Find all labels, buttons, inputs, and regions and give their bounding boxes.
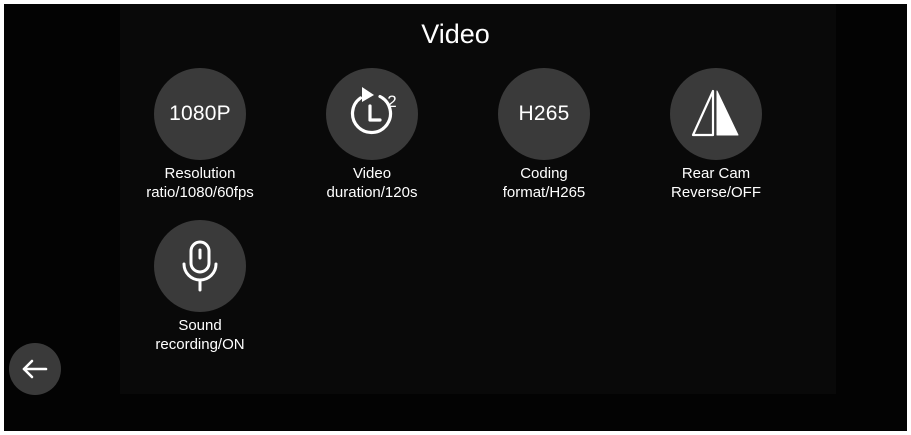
video-duration-caption-line1: Video <box>352 165 392 182</box>
resolution-caption-line1: Resolution <box>164 165 236 182</box>
rear-cam-reverse-caption-line1: Rear Cam <box>681 165 751 182</box>
coding-format-value: H265 <box>518 102 570 125</box>
arrow-left-icon <box>22 359 48 379</box>
sound-recording-caption: Sound recording/ON <box>125 316 275 354</box>
sound-recording-caption-line2: recording/ON <box>155 336 245 353</box>
microphone-icon <box>182 240 218 292</box>
mirror-flip-icon <box>691 89 739 137</box>
coding-format-circle: H265 <box>498 68 590 160</box>
video-duration-caption: Video duration/120s <box>297 164 447 202</box>
resolution-circle: 1080P <box>154 68 246 160</box>
loop-timer-icon: 2 <box>350 87 397 135</box>
coding-format-setting-button[interactable]: H265 Coding format/H265 <box>469 68 619 202</box>
coding-format-caption-line2: format/H265 <box>502 184 586 201</box>
rear-cam-reverse-caption: Rear Cam Reverse/OFF <box>641 164 791 202</box>
rear-cam-reverse-circle <box>670 68 762 160</box>
page-title: Video <box>421 19 490 49</box>
sound-recording-setting-button[interactable]: Sound recording/ON <box>125 220 275 354</box>
sound-recording-caption-line1: Sound <box>178 317 222 334</box>
video-duration-circle: 2 <box>326 68 418 160</box>
sound-recording-circle <box>154 220 246 312</box>
resolution-setting-button[interactable]: 1080P Resolution ratio/1080/60fps <box>125 68 275 202</box>
video-duration-setting-button[interactable]: 2 Video duration/120s <box>297 68 447 202</box>
resolution-caption-line2: ratio/1080/60fps <box>146 184 254 201</box>
back-button[interactable] <box>9 343 61 395</box>
screen: Video 1080P Resolution ratio/1080/60fps … <box>4 4 907 431</box>
coding-format-caption-line1: Coding <box>520 165 568 182</box>
video-duration-caption-line2: duration/120s <box>326 184 418 201</box>
resolution-value: 1080P <box>169 102 231 125</box>
resolution-caption: Resolution ratio/1080/60fps <box>125 164 275 202</box>
coding-format-caption: Coding format/H265 <box>469 164 619 202</box>
rear-cam-reverse-caption-line2: Reverse/OFF <box>670 184 761 201</box>
rear-cam-reverse-setting-button[interactable]: Rear Cam Reverse/OFF <box>641 68 791 202</box>
video-duration-icon-number: 2 <box>387 92 396 111</box>
